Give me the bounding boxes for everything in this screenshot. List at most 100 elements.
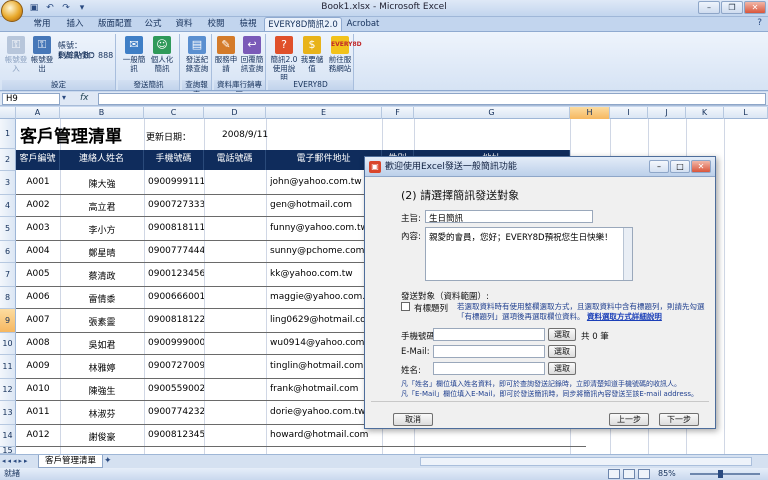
close-button[interactable]: ✕ [744, 1, 766, 14]
column-header[interactable]: K [686, 107, 724, 119]
customer-id-cell[interactable]: A008 [16, 338, 60, 348]
mobile-cell[interactable]: 0900727333 [148, 200, 204, 210]
login-button[interactable]: ⚿ 帳號登入 [4, 36, 28, 73]
customer-id-cell[interactable]: A005 [16, 269, 60, 279]
page-break-view-icon[interactable] [638, 469, 650, 479]
column-header[interactable]: D [204, 107, 266, 119]
column-header[interactable]: L [724, 107, 768, 119]
column-header[interactable]: J [648, 107, 686, 119]
content-scrollbar[interactable] [623, 228, 632, 280]
customer-id-cell[interactable]: A009 [16, 361, 60, 371]
row-header[interactable]: 10 [0, 333, 16, 355]
column-header[interactable]: F [382, 107, 414, 119]
tab-every8d[interactable]: EVERY8D簡訊2.0 [264, 17, 342, 31]
content-textarea[interactable]: 親愛的會員，您好；EVERY8D預祝您生日快樂！ [425, 227, 633, 281]
name-box-dropdown-icon[interactable]: ▾ [62, 93, 66, 102]
mobile-cell[interactable]: 0900727009 [148, 361, 204, 371]
customer-id-cell[interactable]: A010 [16, 384, 60, 394]
select-all-corner[interactable] [0, 107, 16, 119]
page-layout-view-icon[interactable] [623, 469, 635, 479]
previous-button[interactable]: 上一步 [609, 413, 649, 426]
insert-sheet-icon[interactable]: ✦ [104, 456, 112, 466]
function-icon[interactable]: fx [80, 93, 89, 103]
customer-id-cell[interactable]: A002 [16, 200, 60, 210]
customer-id-cell[interactable]: A004 [16, 246, 60, 256]
mobile-cell[interactable]: 0900666001 [148, 292, 204, 302]
contact-name-cell[interactable]: 李小方 [60, 223, 144, 236]
contact-name-cell[interactable]: 吳如君 [60, 338, 144, 351]
column-header[interactable]: I [610, 107, 648, 119]
mobile-cell[interactable]: 0900818122 [148, 315, 204, 325]
column-header[interactable]: A [16, 107, 60, 119]
zoom-slider-handle[interactable] [718, 470, 723, 478]
tab-insert[interactable]: 插入 [60, 17, 90, 31]
mobile-cell[interactable]: 0900812345 [148, 430, 204, 440]
contact-name-cell[interactable]: 陳大強 [60, 177, 144, 190]
customer-id-cell[interactable]: A011 [16, 407, 60, 417]
name-box[interactable]: H9 [2, 93, 60, 105]
mobile-cell[interactable]: 0900559002 [148, 384, 204, 394]
row-header[interactable]: 15 [0, 447, 16, 454]
contact-name-cell[interactable]: 謝俊豪 [60, 430, 144, 443]
column-header[interactable]: B [60, 107, 144, 119]
row-header[interactable]: 14 [0, 425, 16, 447]
mobile-cell[interactable]: 0900818111 [148, 223, 204, 233]
selection-help-link[interactable]: 資料選取方式詳細說明 [587, 312, 662, 321]
cancel-button[interactable]: 取消 [393, 413, 433, 426]
name-pick-button[interactable]: 選取 [548, 362, 576, 375]
column-header-selected[interactable]: H [570, 107, 610, 119]
normal-view-icon[interactable] [608, 469, 620, 479]
customer-id-cell[interactable]: A001 [16, 177, 60, 187]
mobile-field[interactable] [433, 328, 545, 341]
tab-view[interactable]: 檢視 [234, 17, 262, 31]
customer-id-cell[interactable]: A012 [16, 430, 60, 440]
contact-name-cell[interactable]: 鄭星晴 [60, 246, 144, 259]
row-header[interactable]: 1 [0, 119, 16, 149]
service-site-button[interactable]: EVERY8D 前往服務網站 [326, 36, 362, 73]
row-header-selected[interactable]: 9 [0, 309, 16, 333]
personalized-sms-button[interactable]: ☺ 個人化簡訊 [150, 36, 174, 73]
mobile-cell[interactable]: 0900123456 [148, 269, 204, 279]
dialog-close-button[interactable]: ✕ [691, 160, 711, 173]
contact-name-cell[interactable]: 林淑芬 [60, 407, 144, 420]
mobile-pick-button[interactable]: 選取 [548, 328, 576, 341]
name-field[interactable] [433, 362, 545, 375]
row-header[interactable]: 6 [0, 241, 16, 263]
dialog-maximize-button[interactable]: □ [670, 160, 690, 173]
horizontal-scrollbar[interactable] [420, 457, 752, 466]
contact-name-cell[interactable]: 高立君 [60, 200, 144, 213]
email-field[interactable] [433, 345, 545, 358]
tab-data[interactable]: 資料 [170, 17, 198, 31]
email-cell[interactable]: howard@hotmail.com [270, 430, 382, 440]
row-header[interactable]: 12 [0, 379, 16, 401]
mobile-cell[interactable]: 0900999000 [148, 338, 204, 348]
contact-name-cell[interactable]: 張素靈 [60, 315, 144, 328]
office-button[interactable] [1, 0, 23, 22]
next-button[interactable]: 下一步 [659, 413, 699, 426]
customer-id-cell[interactable]: A007 [16, 315, 60, 325]
column-header[interactable]: E [266, 107, 382, 119]
email-pick-button[interactable]: 選取 [548, 345, 576, 358]
mobile-cell[interactable]: 0900774232 [148, 407, 204, 417]
column-header[interactable]: C [144, 107, 204, 119]
sheet-nav-arrows-icon[interactable]: ◂◂◂▸▸ [2, 457, 30, 465]
contact-name-cell[interactable]: 林雅婷 [60, 361, 144, 374]
mobile-cell[interactable]: 0900999111 [148, 177, 204, 187]
tab-formulas[interactable]: 公式 [140, 17, 166, 31]
top-up-button[interactable]: $ 我要儲值 [300, 36, 324, 73]
sheet-tab[interactable]: 客戶管理清單 [38, 455, 104, 468]
dialog-minimize-button[interactable]: – [649, 160, 669, 173]
row-header[interactable]: 4 [0, 195, 16, 217]
row-header[interactable]: 5 [0, 217, 16, 241]
usage-guide-button[interactable]: ? 簡訊2.0使用說明 [270, 36, 298, 82]
subject-field[interactable]: 生日簡訊 [425, 210, 593, 224]
reply-sms-query-button[interactable]: ↩ 回覆簡訊查詢 [240, 36, 264, 73]
row-header[interactable]: 2 [0, 149, 16, 171]
has-header-checkbox[interactable] [401, 302, 410, 311]
contact-name-cell[interactable]: 雷倩黍 [60, 292, 144, 305]
help-icon[interactable]: ? [757, 18, 762, 28]
row-header[interactable]: 8 [0, 287, 16, 309]
restore-button[interactable]: ❐ [721, 1, 743, 14]
logout-button[interactable]: ⚿ 帳號登出 [30, 36, 54, 73]
mobile-cell[interactable]: 0900777444 [148, 246, 204, 256]
